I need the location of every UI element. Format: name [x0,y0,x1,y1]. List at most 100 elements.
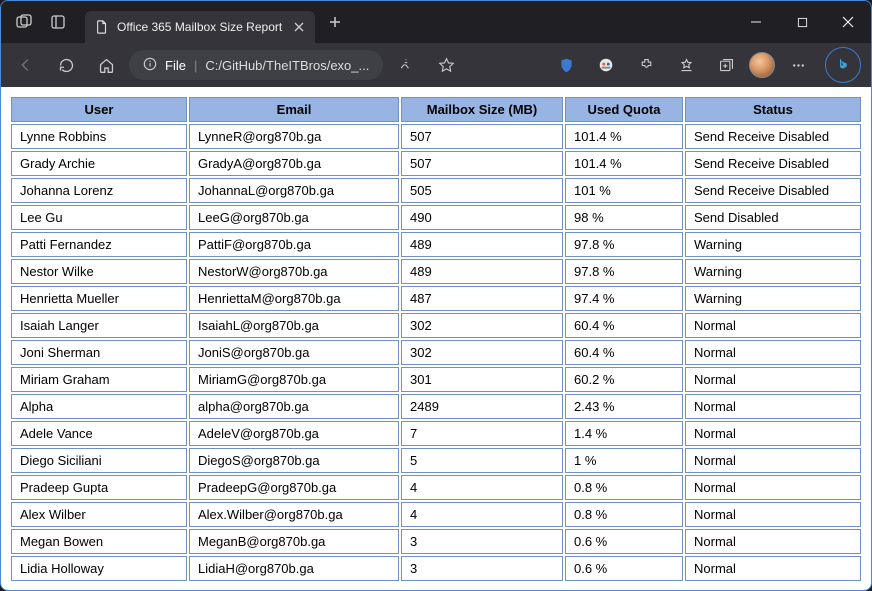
table-row: Grady ArchieGradyA@org870b.ga507101.4 %S… [11,151,861,176]
close-tab-icon[interactable] [293,21,305,33]
back-button[interactable] [9,49,43,81]
cell-user: Adele Vance [11,421,187,446]
browser-window: Office 365 Mailbox Size Report [0,0,872,591]
address-bar[interactable]: File | C:/GitHub/TheITBros/exo_... [129,50,383,80]
cell-email: HenriettaM@org870b.ga [189,286,399,311]
cell-quota: 1.4 % [565,421,683,446]
header-email: Email [189,97,399,122]
cell-size: 7 [401,421,563,446]
cell-status: Send Receive Disabled [685,151,861,176]
extension-icon-1[interactable] [589,49,623,81]
cell-quota: 98 % [565,205,683,230]
table-row: Lynne RobbinsLynneR@org870b.ga507101.4 %… [11,124,861,149]
workspaces-icon[interactable] [9,6,39,38]
cell-status: Warning [685,232,861,257]
cell-size: 489 [401,259,563,284]
info-icon[interactable] [143,57,157,74]
table-row: Patti FernandezPattiF@org870b.ga48997.8 … [11,232,861,257]
table-row: Joni ShermanJoniS@org870b.ga30260.4 %Nor… [11,340,861,365]
cell-status: Normal [685,475,861,500]
cell-quota: 2.43 % [565,394,683,419]
cell-user: Joni Sherman [11,340,187,365]
cell-user: Lee Gu [11,205,187,230]
window-controls [733,1,871,43]
cell-status: Send Disabled [685,205,861,230]
cell-status: Normal [685,421,861,446]
table-row: Lidia HollowayLidiaH@org870b.ga30.6 %Nor… [11,556,861,581]
cell-status: Normal [685,556,861,581]
cell-user: Pradeep Gupta [11,475,187,500]
extensions-button[interactable] [629,49,663,81]
tab-title: Office 365 Mailbox Size Report [117,20,285,34]
table-row: Johanna LorenzJohannaL@org870b.ga505101 … [11,178,861,203]
cell-size: 3 [401,529,563,554]
cell-user: Nestor Wilke [11,259,187,284]
cell-email: alpha@org870b.ga [189,394,399,419]
cell-email: IsaiahL@org870b.ga [189,313,399,338]
bing-chat-button[interactable] [825,47,861,83]
cell-size: 487 [401,286,563,311]
cell-user: Alex Wilber [11,502,187,527]
cell-quota: 0.6 % [565,556,683,581]
cell-status: Normal [685,313,861,338]
cell-size: 302 [401,340,563,365]
maximize-button[interactable] [779,1,825,43]
minimize-button[interactable] [733,1,779,43]
cell-status: Normal [685,340,861,365]
cell-email: PradeepG@org870b.ga [189,475,399,500]
refresh-button[interactable] [49,49,83,81]
cell-status: Send Receive Disabled [685,178,861,203]
profile-avatar[interactable] [749,52,775,78]
mailbox-report-table: User Email Mailbox Size (MB) Used Quota … [9,95,863,583]
address-scheme: File [165,58,186,73]
close-window-button[interactable] [825,1,871,43]
table-row: Pradeep GuptaPradeepG@org870b.ga40.8 %No… [11,475,861,500]
cell-email: LeeG@org870b.ga [189,205,399,230]
table-row: Megan BowenMeganB@org870b.ga30.6 %Normal [11,529,861,554]
favorite-button[interactable] [429,49,463,81]
address-path: C:/GitHub/TheITBros/exo_... [205,58,369,73]
header-user: User [11,97,187,122]
shield-icon[interactable] [549,49,583,81]
cell-user: Diego Siciliani [11,448,187,473]
cell-email: NestorW@org870b.ga [189,259,399,284]
cell-email: LynneR@org870b.ga [189,124,399,149]
cell-email: Alex.Wilber@org870b.ga [189,502,399,527]
cell-size: 2489 [401,394,563,419]
cell-user: Henrietta Mueller [11,286,187,311]
table-row: Isaiah LangerIsaiahL@org870b.ga30260.4 %… [11,313,861,338]
header-size: Mailbox Size (MB) [401,97,563,122]
collections-button[interactable] [709,49,743,81]
cell-quota: 101.4 % [565,124,683,149]
cell-user: Miriam Graham [11,367,187,392]
cell-status: Normal [685,448,861,473]
table-row: Nestor WilkeNestorW@org870b.ga48997.8 %W… [11,259,861,284]
cell-status: Normal [685,529,861,554]
cell-size: 3 [401,556,563,581]
cell-status: Warning [685,286,861,311]
cell-email: DiegoS@org870b.ga [189,448,399,473]
menu-button[interactable] [781,49,815,81]
table-header-row: User Email Mailbox Size (MB) Used Quota … [11,97,861,122]
read-aloud-button[interactable] [389,49,423,81]
cell-quota: 1 % [565,448,683,473]
cell-size: 507 [401,151,563,176]
cell-email: GradyA@org870b.ga [189,151,399,176]
cell-user: Lidia Holloway [11,556,187,581]
table-row: Diego SicilianiDiegoS@org870b.ga51 %Norm… [11,448,861,473]
file-icon [95,20,109,34]
cell-status: Normal [685,502,861,527]
favorites-list-button[interactable] [669,49,703,81]
table-row: Lee GuLeeG@org870b.ga49098 %Send Disable… [11,205,861,230]
cell-quota: 0.6 % [565,529,683,554]
cell-quota: 60.4 % [565,340,683,365]
cell-quota: 0.8 % [565,502,683,527]
cell-user: Lynne Robbins [11,124,187,149]
browser-tab[interactable]: Office 365 Mailbox Size Report [85,11,315,43]
address-separator: | [194,58,197,73]
tab-actions-icon[interactable] [43,6,73,38]
cell-user: Alpha [11,394,187,419]
cell-email: JoniS@org870b.ga [189,340,399,365]
new-tab-button[interactable] [321,8,349,36]
home-button[interactable] [89,49,123,81]
